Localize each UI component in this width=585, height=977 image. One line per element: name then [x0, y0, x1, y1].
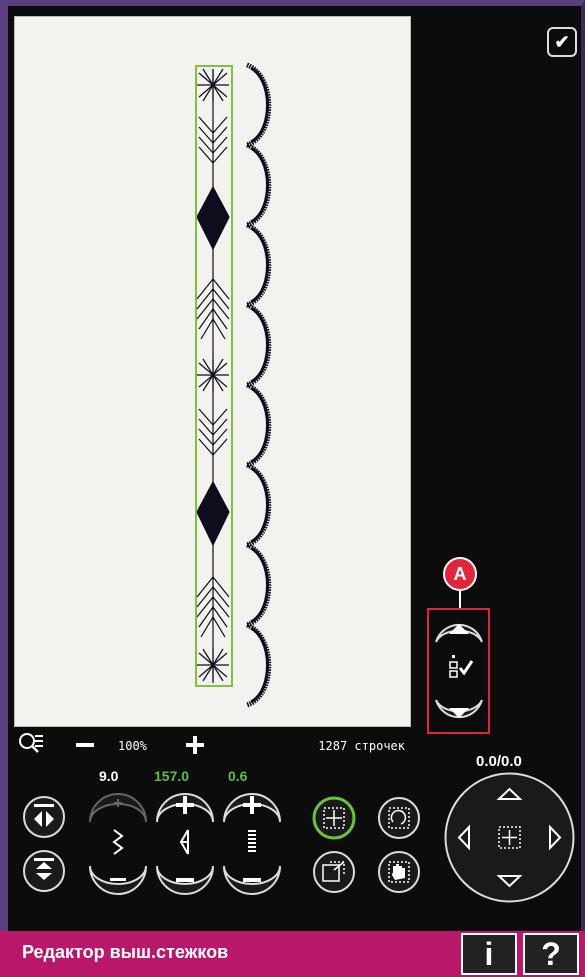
stitch-width-icon: [112, 829, 124, 855]
scroll-controls: [435, 623, 483, 719]
stitch-density-icon: [248, 830, 256, 852]
mirror-end-button[interactable]: [22, 849, 66, 893]
callout-marker: A: [443, 557, 477, 591]
rotate-button[interactable]: [377, 796, 421, 840]
length-value: 157.0: [154, 768, 190, 784]
pan-button[interactable]: [377, 850, 421, 894]
mirror-side-button[interactable]: [22, 795, 66, 839]
select-stitch-icon[interactable]: [449, 655, 474, 678]
help-button[interactable]: ?: [523, 933, 579, 975]
motif-column: [196, 68, 230, 683]
embroidery-design: [195, 17, 412, 728]
checkmark-icon: ✔: [554, 31, 570, 52]
info-button[interactable]: i: [461, 933, 517, 975]
zoom-options-icon[interactable]: [18, 732, 44, 758]
zoom-bar: 100% 1287 строчек: [14, 729, 411, 761]
page-title: Редактор выш.стежков: [22, 942, 229, 962]
callout-line: [459, 591, 461, 608]
width-stepper[interactable]: [89, 793, 147, 895]
zoom-level: 100%: [118, 739, 147, 753]
help-icon: ?: [541, 935, 561, 972]
stitch-length-icon: [179, 829, 189, 855]
scallop-border: [247, 65, 269, 705]
density-value: 0.6: [228, 768, 248, 784]
move-button[interactable]: [312, 796, 356, 840]
length-stepper[interactable]: [156, 793, 214, 895]
confirm-button[interactable]: ✔: [547, 27, 577, 57]
info-icon: i: [484, 935, 494, 972]
embroidery-canvas[interactable]: [14, 16, 411, 727]
scale-button[interactable]: [312, 850, 356, 894]
zoom-out-icon[interactable]: [76, 743, 94, 747]
stitch-steppers: [89, 793, 281, 895]
stitch-count: 1287 строчек: [318, 739, 405, 753]
position-readout: 0.0/0.0: [476, 753, 522, 770]
density-stepper[interactable]: [223, 793, 281, 895]
width-value: 9.0: [99, 768, 119, 784]
position-dpad[interactable]: [443, 771, 576, 904]
